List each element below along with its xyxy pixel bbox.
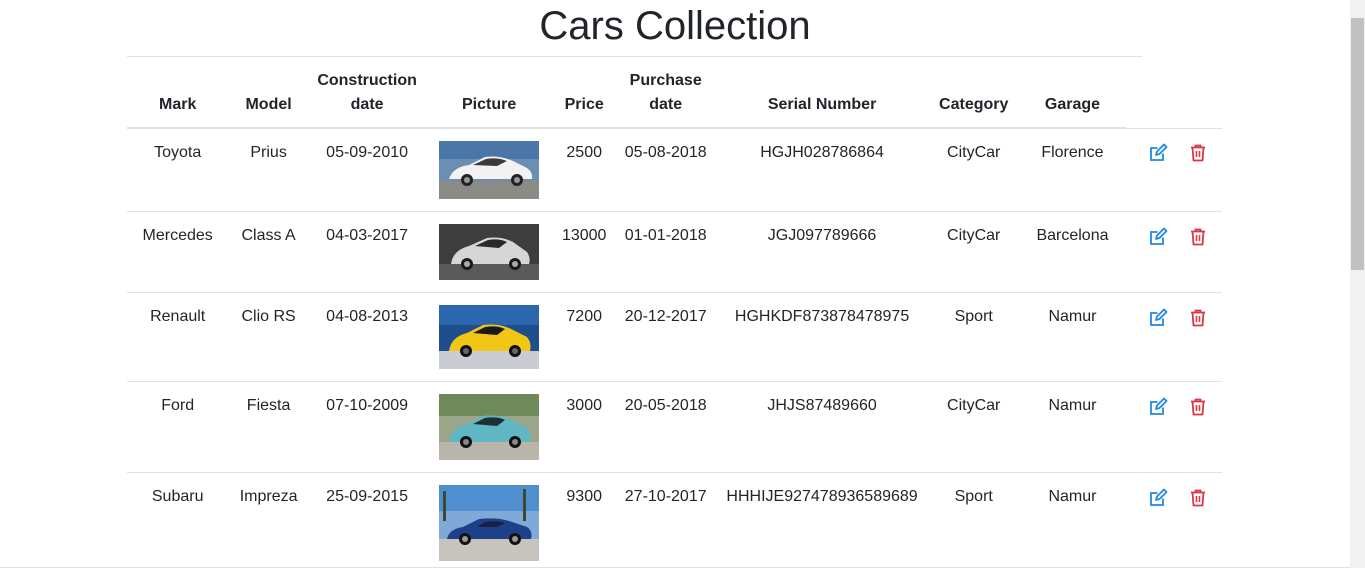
trash-icon[interactable] [1188,308,1208,328]
header-purchase-line1: Purchase [630,72,702,89]
cell-mark: Ford [127,382,228,473]
cell-serial-number: HGJH028786864 [716,128,928,212]
cell-actions [1126,293,1222,382]
cell-category: Sport [928,473,1019,573]
cars-table: Mark Model Construction date Picture Pri… [127,57,1222,573]
cell-serial-number: HGHKDF873878478975 [716,293,928,382]
cell-construction-date: 25-09-2015 [309,473,426,573]
cell-model: Impreza [228,473,308,573]
car-picture [439,394,539,460]
table-row: Renault Clio RS 04-08-2013 7200 20-12-20… [127,293,1222,382]
cell-serial-number: JHJS87489660 [716,382,928,473]
cell-construction-date: 04-03-2017 [309,212,426,293]
cell-purchase-date: 01-01-2018 [616,212,716,293]
cell-actions [1126,212,1222,293]
cell-construction-date: 07-10-2009 [309,382,426,473]
cell-garage: Namur [1019,382,1126,473]
cell-picture [425,382,552,473]
cell-picture [425,473,552,573]
table-row: Subaru Impreza 25-09-2015 9300 27-10-201… [127,473,1222,573]
cell-picture [425,212,552,293]
header-serial-number: Serial Number [716,57,928,128]
cell-purchase-date: 20-12-2017 [616,293,716,382]
cell-serial-number: HHHIJE927478936589689 [716,473,928,573]
trash-icon[interactable] [1188,143,1208,163]
cell-actions [1126,128,1222,212]
cell-garage: Namur [1019,473,1126,573]
header-actions [1126,57,1222,128]
trash-icon[interactable] [1188,488,1208,508]
cell-picture [425,128,552,212]
scrollbar-thumb[interactable] [1351,18,1364,270]
cell-purchase-date: 20-05-2018 [616,382,716,473]
edit-icon[interactable] [1148,143,1168,163]
cell-mark: Toyota [127,128,228,212]
edit-icon[interactable] [1148,488,1168,508]
edit-icon[interactable] [1148,227,1168,247]
cell-picture [425,293,552,382]
page-title: Cars Collection [0,4,1350,49]
header-construction-line1: Construction [317,72,417,89]
cell-price: 2500 [553,128,616,212]
cell-actions [1126,382,1222,473]
cell-model: Fiesta [228,382,308,473]
cell-price: 13000 [553,212,616,293]
cell-garage: Barcelona [1019,212,1126,293]
header-model: Model [228,57,308,128]
cell-construction-date: 05-09-2010 [309,128,426,212]
vertical-scrollbar[interactable] [1350,0,1365,568]
cell-mark: Subaru [127,473,228,573]
cell-price: 7200 [553,293,616,382]
cell-price: 9300 [553,473,616,573]
cell-garage: Florence [1019,128,1126,212]
cell-price: 3000 [553,382,616,473]
cell-model: Clio RS [228,293,308,382]
car-picture [439,224,539,280]
cell-model: Prius [228,128,308,212]
header-purchase-line2: date [649,96,682,113]
cell-category: CityCar [928,382,1019,473]
table-row: Mercedes Class A 04-03-2017 13000 01-01-… [127,212,1222,293]
header-purchase-date: Purchase date [616,57,716,128]
header-category: Category [928,57,1019,128]
cell-actions [1126,473,1222,573]
cell-category: Sport [928,293,1019,382]
car-picture [439,141,539,199]
edit-icon[interactable] [1148,308,1168,328]
header-construction-line2: date [351,96,384,113]
cell-category: CityCar [928,128,1019,212]
cell-garage: Namur [1019,293,1126,382]
trash-icon[interactable] [1188,397,1208,417]
header-garage: Garage [1019,57,1126,128]
table-body: Toyota Prius 05-09-2010 2500 05-08-2018 … [127,128,1222,573]
cell-mark: Mercedes [127,212,228,293]
car-picture [439,305,539,369]
cell-purchase-date: 27-10-2017 [616,473,716,573]
cell-category: CityCar [928,212,1019,293]
header-price: Price [553,57,616,128]
edit-icon[interactable] [1148,397,1168,417]
header-mark: Mark [127,57,228,128]
table-header: Mark Model Construction date Picture Pri… [127,57,1222,128]
cell-construction-date: 04-08-2013 [309,293,426,382]
cell-mark: Renault [127,293,228,382]
table-row: Toyota Prius 05-09-2010 2500 05-08-2018 … [127,128,1222,212]
table-row: Ford Fiesta 07-10-2009 3000 20-05-2018 J… [127,382,1222,473]
cell-purchase-date: 05-08-2018 [616,128,716,212]
header-construction-date: Construction date [309,57,426,128]
cell-serial-number: JGJ097789666 [716,212,928,293]
car-picture [439,485,539,561]
header-picture: Picture [425,57,552,128]
trash-icon[interactable] [1188,227,1208,247]
cell-model: Class A [228,212,308,293]
